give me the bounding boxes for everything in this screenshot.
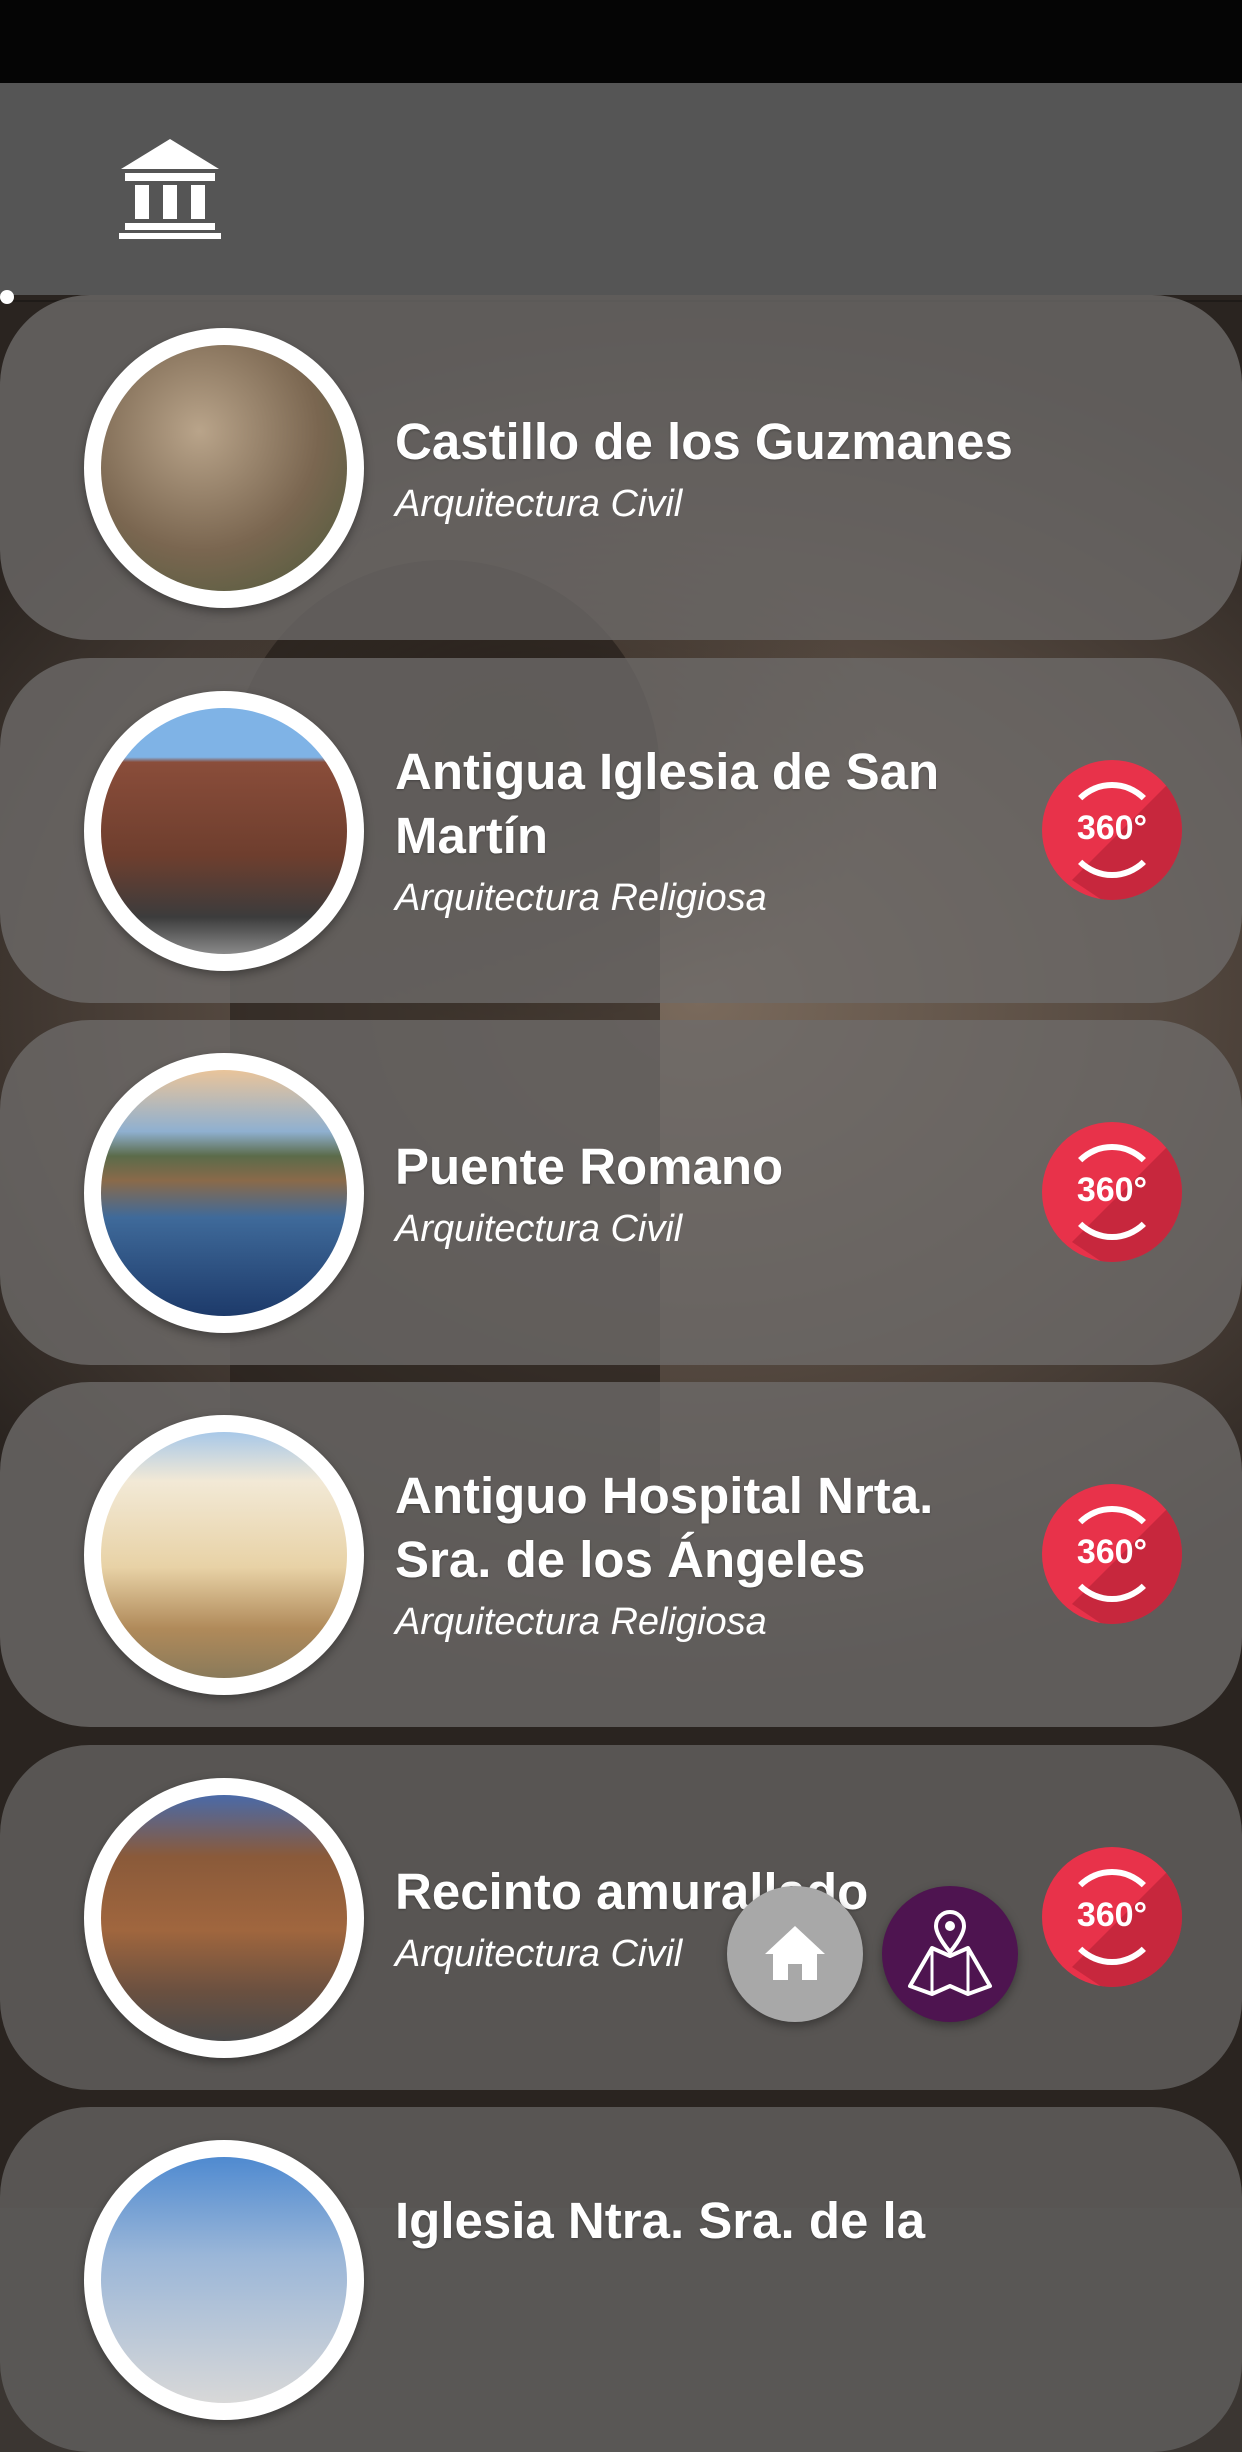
360-view-button[interactable]: 360° [1042, 1847, 1182, 1987]
map-pin-icon [908, 1909, 992, 1996]
360-view-button[interactable]: 360° [1042, 1122, 1182, 1262]
list-item[interactable]: Iglesia Ntra. Sra. de la [0, 2107, 1242, 2452]
home-button[interactable] [727, 1886, 863, 2022]
list-item[interactable]: Antigua Iglesia de San Martín Arquitectu… [0, 658, 1242, 1003]
list-item[interactable]: Puente Romano Arquitectura Civil 360° [0, 1020, 1242, 1365]
thumbnail [84, 1778, 364, 2058]
360-view-button[interactable]: 360° [1042, 1484, 1182, 1624]
thumbnail [84, 691, 364, 971]
thumbnail [84, 328, 364, 608]
scroll-indicator [0, 290, 14, 304]
item-title: Antigua Iglesia de San Martín [395, 743, 940, 864]
360-view-button[interactable]: 360° [1042, 760, 1182, 900]
thumbnail [84, 1053, 364, 1333]
item-category: Arquitectura Civil [395, 1208, 683, 1250]
item-title: Iglesia Ntra. Sra. de la [395, 2192, 926, 2249]
item-title: Castillo de los Guzmanes [395, 413, 1013, 470]
home-icon [765, 1926, 825, 1980]
status-bar [0, 0, 1242, 83]
item-category: Arquitectura Civil [395, 483, 683, 525]
360-label: 360° [1076, 1896, 1148, 1934]
list-item[interactable]: Antiguo Hospital Nrta. Sra. de los Ángel… [0, 1382, 1242, 1727]
map-button[interactable] [882, 1886, 1018, 2022]
app-bar [0, 83, 1242, 295]
360-label: 360° [1076, 1171, 1148, 1209]
item-category: Arquitectura Civil [395, 1933, 683, 1975]
list-item[interactable]: Castillo de los Guzmanes Arquitectura Ci… [0, 295, 1242, 640]
thumbnail [84, 2140, 364, 2420]
360-label: 360° [1076, 809, 1148, 847]
list-item[interactable]: Recinto amurallado Arquitectura Civil 36… [0, 1745, 1242, 2090]
item-title: Antiguo Hospital Nrta. Sra. de los Ángel… [395, 1467, 934, 1588]
item-category: Arquitectura Religiosa [395, 877, 767, 919]
thumbnail [84, 1415, 364, 1695]
museum-icon[interactable] [115, 133, 225, 243]
item-title: Puente Romano [395, 1138, 784, 1195]
360-label: 360° [1076, 1533, 1148, 1571]
item-category: Arquitectura Religiosa [395, 1601, 767, 1643]
